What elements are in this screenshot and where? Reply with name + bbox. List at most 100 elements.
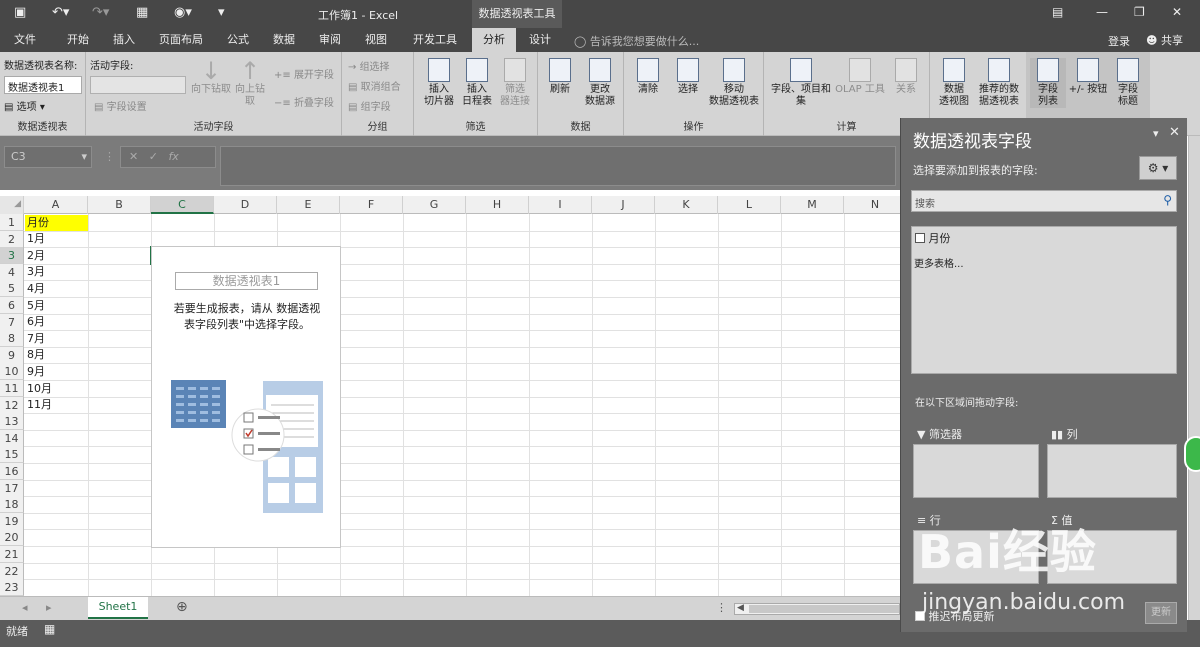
cell-a11[interactable]: 10月 <box>25 381 88 397</box>
change-source-button[interactable]: 更改 数据源 <box>578 58 622 108</box>
column-header-e[interactable]: E <box>277 196 340 214</box>
restore-icon[interactable]: ❐ <box>1134 5 1145 19</box>
refresh-button[interactable]: 刷新 <box>542 58 578 96</box>
select-all-corner[interactable]: ◢ <box>0 196 24 214</box>
sheet-prev-icon[interactable]: ◂ <box>22 601 28 614</box>
update-button[interactable]: 更新 <box>1145 602 1177 624</box>
row-header-19[interactable]: 19 <box>0 512 24 530</box>
row-header-22[interactable]: 22 <box>0 562 24 580</box>
column-header-n[interactable]: N <box>844 196 900 214</box>
field-settings-button[interactable]: ▤ 字段设置 <box>94 98 147 113</box>
cell-a2[interactable]: 1月 <box>25 231 88 247</box>
row-header-21[interactable]: 21 <box>0 546 24 563</box>
options-button[interactable]: ▤ 选项 ▾ <box>4 98 45 113</box>
scroll-thumb[interactable] <box>749 605 899 613</box>
search-icon[interactable]: ⚲ <box>1163 193 1172 207</box>
scroll-left-icon[interactable]: ◀ <box>737 603 744 613</box>
customize-qat-icon[interactable]: ▾ <box>218 5 225 20</box>
filter-connections-button[interactable]: 筛选 器连接 <box>496 58 534 108</box>
field-item-month[interactable]: 月份 <box>915 230 951 246</box>
row-header-11[interactable]: 11 <box>0 380 24 397</box>
vertical-scrollbar[interactable] <box>1188 136 1200 620</box>
checkbox-icon[interactable] <box>915 233 925 243</box>
tab-data[interactable]: 数据 <box>264 28 304 52</box>
select-button[interactable]: 选择 <box>668 58 708 96</box>
column-header-j[interactable]: J <box>592 196 655 214</box>
row-header-16[interactable]: 16 <box>0 463 24 480</box>
tab-design[interactable]: 设计 <box>520 28 560 52</box>
row-header-5[interactable]: 5 <box>0 280 24 298</box>
cell-a10[interactable]: 9月 <box>25 364 88 380</box>
share-button[interactable]: ☻ 共享 <box>1146 32 1183 48</box>
login-link[interactable]: 登录 <box>1108 33 1130 49</box>
field-list-button[interactable]: 字段 列表 <box>1030 58 1066 108</box>
cell-a4[interactable]: 3月 <box>25 264 88 280</box>
tab-file[interactable]: 文件 <box>4 28 46 52</box>
row-header-6[interactable]: 6 <box>0 297 24 314</box>
column-header-h[interactable]: H <box>466 196 529 214</box>
pivot-name-input[interactable]: 数据透视表1 <box>4 76 82 94</box>
redo-icon[interactable]: ↷▾ <box>92 5 109 20</box>
column-header-i[interactable]: I <box>529 196 592 214</box>
ribbon-display-icon[interactable]: ▤ <box>1052 5 1063 19</box>
gear-icon[interactable]: ⚙ ▾ <box>1139 156 1177 180</box>
pivot-placeholder[interactable]: 数据透视表1 若要生成报表，请从 数据透视 表字段列表"中选择字段。 <box>151 246 341 548</box>
worksheet-grid[interactable]: ◢ ABCDEFGHIJKLMN 1 2 3 4 5 6 7 8 9 10 11 12 13 14 15 16… <box>0 196 900 596</box>
row-header-7[interactable]: 7 <box>0 313 24 331</box>
clear-button[interactable]: 清除 <box>628 58 668 96</box>
cell-a12[interactable]: 11月 <box>25 397 88 413</box>
row-header-4[interactable]: 4 <box>0 263 24 281</box>
tab-analyze[interactable]: 分析 <box>472 28 516 52</box>
group-selection-button[interactable]: → 组选择 <box>348 58 390 73</box>
tab-formulas[interactable]: 公式 <box>218 28 258 52</box>
cell-a9[interactable]: 8月 <box>25 347 88 363</box>
touch-mode-icon[interactable]: ▦ <box>136 5 148 20</box>
row-header-3[interactable]: 3 <box>0 247 24 265</box>
cell-a3[interactable]: 2月 <box>25 248 88 264</box>
save-icon[interactable]: ▣ <box>14 5 26 20</box>
tab-home[interactable]: 开始 <box>58 28 98 52</box>
row-header-1[interactable]: 1 <box>0 214 24 231</box>
row-header-8[interactable]: 8 <box>0 330 24 348</box>
relationships-button[interactable]: 关系 <box>888 58 924 96</box>
column-header-d[interactable]: D <box>214 196 277 214</box>
panel-options-chevron-icon[interactable]: ▾ <box>1153 127 1159 140</box>
row-header-10[interactable]: 10 <box>0 363 24 381</box>
tab-developer[interactable]: 开发工具 <box>404 28 466 52</box>
floating-badge-icon[interactable] <box>1184 436 1200 472</box>
pivot-chart-button[interactable]: 数据 透视图 <box>934 58 974 108</box>
column-header-m[interactable]: M <box>781 196 844 214</box>
enter-icon[interactable]: ✓ <box>149 150 158 163</box>
move-pivot-button[interactable]: 移动 数据透视表 <box>706 58 762 108</box>
row-header-14[interactable]: 14 <box>0 429 24 447</box>
camera-icon[interactable]: ◉▾ <box>174 5 192 20</box>
formula-input[interactable] <box>220 146 896 186</box>
minimize-icon[interactable]: — <box>1096 5 1108 19</box>
row-header-9[interactable]: 9 <box>0 346 24 364</box>
field-headers-button[interactable]: 字段 标题 <box>1110 58 1146 108</box>
sheet-tab-sheet1[interactable]: Sheet1 <box>88 597 148 619</box>
recommended-pivot-button[interactable]: 推荐的数 据透视表 <box>974 58 1024 108</box>
plus-minus-button[interactable]: +/- 按钮 <box>1066 58 1110 96</box>
insert-timeline-button[interactable]: 插入 日程表 <box>458 58 496 108</box>
column-header-k[interactable]: K <box>655 196 718 214</box>
undo-icon[interactable]: ↶▾ <box>52 5 69 20</box>
cell-a6[interactable]: 5月 <box>25 298 88 314</box>
column-header-a[interactable]: A <box>24 196 88 214</box>
column-header-g[interactable]: G <box>403 196 466 214</box>
expand-field-button[interactable]: +≡ 展开字段 <box>274 66 334 81</box>
search-input[interactable]: 搜索 ⚲ <box>911 190 1177 212</box>
column-header-c[interactable]: C <box>151 196 214 214</box>
group-field-button[interactable]: ▤ 组字段 <box>348 98 391 113</box>
row-header-2[interactable]: 2 <box>0 230 24 248</box>
add-sheet-icon[interactable]: ⊕ <box>176 599 188 615</box>
tell-me-search[interactable]: ◯ 告诉我您想要做什么... <box>574 33 699 49</box>
insert-slicer-button[interactable]: 插入 切片器 <box>420 58 458 108</box>
column-header-l[interactable]: L <box>718 196 781 214</box>
tab-review[interactable]: 审阅 <box>310 28 350 52</box>
horizontal-scrollbar[interactable]: ◀ <box>734 603 900 615</box>
close-icon[interactable]: ✕ <box>1172 5 1182 19</box>
zone-filter[interactable] <box>913 444 1039 498</box>
name-box[interactable]: C3 ▾ <box>4 146 92 168</box>
cell-a8[interactable]: 7月 <box>25 331 88 347</box>
